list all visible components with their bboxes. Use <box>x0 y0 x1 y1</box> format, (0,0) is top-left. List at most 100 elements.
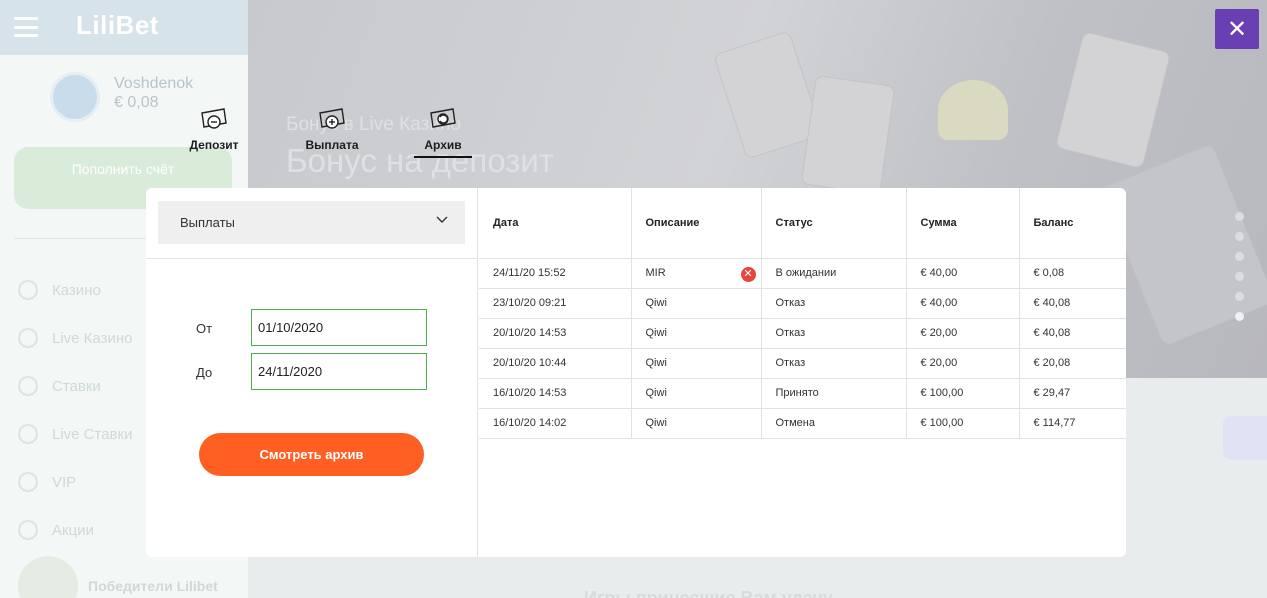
carousel-dot <box>1235 252 1244 261</box>
cell-balance: € 40,08 <box>1019 318 1126 349</box>
cell-status: В ожидании <box>761 258 907 289</box>
section-heading: Игры принесшие Вам удачу <box>584 588 833 598</box>
tab-deposit[interactable]: Депозит <box>186 106 242 152</box>
column-header-date: Дата <box>479 188 632 259</box>
table-row: 24/11/20 15:52 MIR ✕ В ожидании € 40,00 €… <box>479 258 1126 289</box>
filter-pane: Выплаты От До Смотреть архив <box>146 188 478 557</box>
sidebar-item-promotions: Акции <box>18 506 132 554</box>
sidebar-item-live-bets: Live Ставки <box>18 410 132 458</box>
stopwatch-icon <box>18 424 38 444</box>
table-header-row: Дата Описание Статус Сумма Баланс <box>479 188 1126 259</box>
table-row: 20/10/20 10:44 Qiwi Отказ € 20,00 € 20,0… <box>479 348 1126 379</box>
column-header-description: Описание <box>631 188 762 259</box>
user-balance: € 0,08 <box>114 94 159 111</box>
cell-status: Отмена <box>761 408 907 439</box>
from-date-field[interactable] <box>251 309 427 346</box>
cell-status: Отказ <box>761 318 907 349</box>
vip-icon <box>18 472 38 492</box>
top-bar: LiliBet <box>0 0 248 55</box>
tab-payout-label: Выплата <box>305 138 359 152</box>
cancel-withdrawal-icon[interactable]: ✕ <box>740 266 756 282</box>
from-label: От <box>196 321 213 336</box>
tab-archive-label: Архив <box>424 138 462 152</box>
sidebar-item-vip: VIP <box>18 458 132 506</box>
live-casino-icon <box>18 328 38 348</box>
username: Voshdenok <box>114 75 194 92</box>
sidebar-nav: Казино Live Казино Ставки Live Ставки VI… <box>18 266 132 554</box>
table-row: 16/10/20 14:02 Qiwi Отмена € 100,00 € 11… <box>479 408 1126 439</box>
to-label: До <box>196 365 213 380</box>
cell-description: Qiwi <box>631 348 762 379</box>
menu-icon[interactable] <box>14 17 38 37</box>
cell-description: Qiwi <box>631 288 762 319</box>
active-tab-indicator <box>414 156 472 158</box>
cell-balance: € 29,47 <box>1019 378 1126 409</box>
cell-balance: € 40,08 <box>1019 288 1126 319</box>
cell-status: Отказ <box>761 348 907 379</box>
column-header-status: Статус <box>761 188 907 259</box>
cell-description: MIR ✕ <box>631 258 762 289</box>
gift-icon <box>18 520 38 540</box>
table-row: 16/10/20 14:53 Qiwi Принято € 100,00 € 2… <box>479 378 1126 409</box>
cell-balance: € 0,08 <box>1019 258 1126 289</box>
hat-image <box>938 80 1008 140</box>
cell-description: Qiwi <box>631 378 762 409</box>
transaction-type-select[interactable]: Выплаты <box>158 201 465 244</box>
carousel-dot <box>1235 232 1244 241</box>
table-row: 23/10/20 09:21 Qiwi Отказ € 40,00 € 40,0… <box>479 288 1126 319</box>
cell-date: 16/10/20 14:02 <box>479 408 632 439</box>
cell-balance: € 20,08 <box>1019 348 1126 379</box>
filter-divider <box>146 258 478 259</box>
archive-panel: Выплаты От До Смотреть архив Дата Описан… <box>146 188 1126 557</box>
avatar <box>50 72 100 122</box>
cell-status: Отказ <box>761 288 907 319</box>
cash-minus-icon <box>201 108 227 129</box>
transactions-table-pane: Дата Описание Статус Сумма Баланс 24/11/… <box>479 188 1126 557</box>
carousel-dot-active <box>1235 312 1244 321</box>
playing-card-image <box>1054 30 1172 170</box>
tab-archive[interactable]: Архив <box>414 106 472 158</box>
transactions-table: Дата Описание Статус Сумма Баланс 24/11/… <box>479 188 1126 439</box>
tab-payout[interactable]: Выплата <box>304 106 360 152</box>
column-header-amount: Сумма <box>906 188 1020 259</box>
cash-plus-icon <box>319 108 345 129</box>
cell-amount: € 20,00 <box>906 318 1020 349</box>
sidebar-item-casino: Казино <box>18 266 132 314</box>
transaction-type-value: Выплаты <box>180 215 235 230</box>
cell-date: 16/10/20 14:53 <box>479 378 632 409</box>
cell-amount: € 20,00 <box>906 348 1020 379</box>
close-button[interactable]: ✕ <box>1215 9 1259 49</box>
cell-amount: € 40,00 <box>906 288 1020 319</box>
view-archive-button[interactable]: Смотреть архив <box>199 433 424 476</box>
ball-icon <box>18 376 38 396</box>
carousel-dots <box>1235 212 1244 332</box>
playing-card-image <box>800 74 896 196</box>
chevron-down-icon <box>436 216 448 223</box>
close-icon: ✕ <box>1226 15 1248 43</box>
cell-description: Qiwi <box>631 318 762 349</box>
chat-icon <box>1223 416 1267 460</box>
site-logo: LiliBet <box>76 10 159 40</box>
cell-balance: € 114,77 <box>1019 408 1126 439</box>
cell-date: 24/11/20 15:52 <box>479 258 632 289</box>
winners-label: Победители Lilibet <box>88 578 218 594</box>
table-row: 20/10/20 14:53 Qiwi Отказ € 20,00 € 40,0… <box>479 318 1126 349</box>
cell-date: 20/10/20 10:44 <box>479 348 632 379</box>
cell-description: Qiwi <box>631 408 762 439</box>
carousel-dot <box>1235 212 1244 221</box>
sidebar-item-live-casino: Live Казино <box>18 314 132 362</box>
cash-history-icon <box>430 108 456 128</box>
to-date-field[interactable] <box>251 353 427 390</box>
cell-status: Принято <box>761 378 907 409</box>
cell-amount: € 100,00 <box>906 378 1020 409</box>
sidebar-item-bets: Ставки <box>18 362 132 410</box>
cell-amount: € 100,00 <box>906 408 1020 439</box>
casino-icon <box>18 280 38 300</box>
cell-amount: € 40,00 <box>906 258 1020 289</box>
carousel-dot <box>1235 292 1244 301</box>
tab-deposit-label: Депозит <box>189 138 239 152</box>
carousel-dot <box>1235 272 1244 281</box>
column-header-balance: Баланс <box>1019 188 1126 259</box>
cell-date: 23/10/20 09:21 <box>479 288 632 319</box>
cell-date: 20/10/20 14:53 <box>479 318 632 349</box>
